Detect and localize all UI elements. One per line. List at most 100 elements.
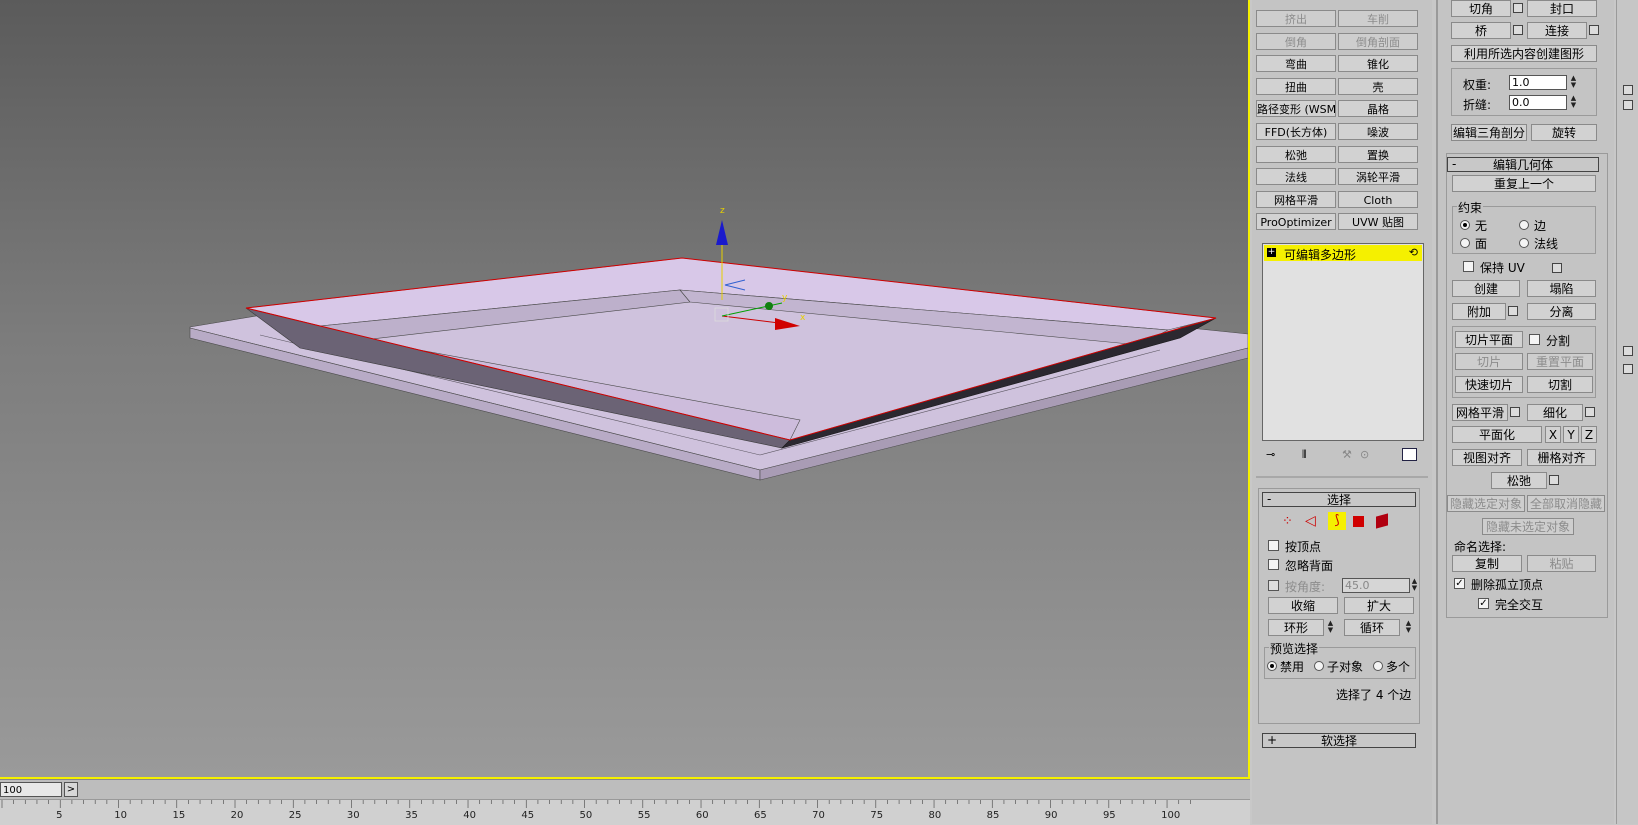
planar-x-button[interactable]: X bbox=[1545, 426, 1561, 443]
hide-unselected-button[interactable]: 隐藏未选定对象 bbox=[1482, 518, 1574, 535]
modifier-button[interactable]: 晶格 bbox=[1338, 100, 1418, 118]
loop-button[interactable]: 循环 bbox=[1344, 619, 1400, 636]
element-mode-icon[interactable] bbox=[1376, 513, 1388, 529]
attach-settings-icon[interactable] bbox=[1508, 306, 1518, 316]
modifier-button[interactable]: 松弛 bbox=[1256, 145, 1336, 163]
edge-strip-box-2[interactable] bbox=[1623, 100, 1633, 110]
time-slider-frame[interactable]: 100 bbox=[0, 782, 62, 797]
edit-triangulation-button[interactable]: 编辑三角剖分 bbox=[1451, 124, 1527, 141]
modifier-button[interactable]: 车削 bbox=[1338, 10, 1418, 27]
tessellate-button[interactable]: 细化 bbox=[1527, 404, 1583, 421]
modifier-button[interactable]: ProOptimizer bbox=[1256, 213, 1336, 231]
stack-expand-icon[interactable]: + bbox=[1267, 248, 1276, 257]
preserve-uv-checkbox[interactable] bbox=[1463, 261, 1474, 272]
weight-spinner[interactable]: ▲ ▼ bbox=[1569, 75, 1578, 90]
edit-geometry-header[interactable]: - 编辑几何体 bbox=[1447, 157, 1599, 172]
modifier-button[interactable]: UVW 贴图 bbox=[1338, 213, 1418, 231]
track-ruler[interactable]: 5 10 15 20 25 30 35 40 45 50 55 60 65 70 75 80 85 90 95 100 bbox=[0, 799, 1250, 825]
polygon-mode-icon[interactable] bbox=[1353, 516, 1364, 527]
modifier-button[interactable]: 扭曲 bbox=[1256, 77, 1336, 95]
modifier-button[interactable]: 锥化 bbox=[1338, 55, 1418, 73]
preview-multi-radio[interactable] bbox=[1373, 661, 1383, 671]
preview-subobject-radio[interactable] bbox=[1314, 661, 1324, 671]
constraint-edge-radio[interactable] bbox=[1519, 220, 1529, 230]
configure-sets-icon[interactable] bbox=[1402, 448, 1417, 461]
preview-disabled-radio[interactable] bbox=[1267, 661, 1277, 671]
modifier-button[interactable]: 置换 bbox=[1338, 145, 1418, 163]
weight-input[interactable]: 1.0 bbox=[1509, 75, 1567, 90]
cut-button[interactable]: 切割 bbox=[1527, 376, 1593, 393]
remove-modifier-icon[interactable]: ⊙ bbox=[1360, 448, 1369, 461]
view-align-button[interactable]: 视图对齐 bbox=[1452, 449, 1522, 466]
soft-selection-header[interactable]: + 软选择 bbox=[1262, 733, 1416, 748]
crease-input[interactable]: 0.0 bbox=[1509, 95, 1567, 110]
turn-button[interactable]: 旋转 bbox=[1531, 124, 1597, 141]
modifier-button[interactable]: 倒角 bbox=[1256, 32, 1336, 50]
collapse-button[interactable]: 塌陷 bbox=[1527, 280, 1596, 297]
detach-button[interactable]: 分离 bbox=[1527, 303, 1596, 320]
by-angle-input[interactable]: 45.0 bbox=[1342, 578, 1410, 593]
by-angle-checkbox[interactable] bbox=[1268, 580, 1279, 591]
vertex-mode-icon[interactable]: ⁘ bbox=[1282, 514, 1293, 529]
modifier-button[interactable]: 路径变形 (WSM) bbox=[1256, 100, 1336, 118]
pin-stack-icon[interactable]: ⊸ bbox=[1266, 448, 1275, 461]
crease-spinner[interactable]: ▲ ▼ bbox=[1569, 95, 1578, 110]
modifier-button[interactable]: 倒角剖面 bbox=[1338, 32, 1418, 50]
modifier-stack-list[interactable]: + 可编辑多边形 ⟲ bbox=[1262, 243, 1424, 441]
reset-plane-button[interactable]: 重置平面 bbox=[1527, 353, 1593, 370]
delete-isolated-checkbox[interactable]: ✓ bbox=[1454, 578, 1465, 589]
meshsmooth-button[interactable]: 网格平滑 bbox=[1452, 404, 1508, 421]
paste-button[interactable]: 粘贴 bbox=[1527, 555, 1596, 572]
show-end-result-icon[interactable]: ⫴ bbox=[1302, 448, 1307, 462]
by-angle-spinner[interactable]: ▲ ▼ bbox=[1410, 578, 1419, 593]
modifier-button[interactable]: 网格平滑 bbox=[1256, 190, 1336, 208]
planar-z-button[interactable]: Z bbox=[1581, 426, 1597, 443]
bridge-button[interactable]: 桥 bbox=[1451, 22, 1511, 39]
edge-mode-icon[interactable]: ◁ bbox=[1305, 512, 1323, 530]
loop-spinner[interactable]: ▲ ▼ bbox=[1404, 620, 1413, 635]
ring-button[interactable]: 环形 bbox=[1268, 619, 1324, 636]
preserve-uv-settings-icon[interactable] bbox=[1552, 263, 1562, 273]
modifier-button[interactable]: 弯曲 bbox=[1256, 55, 1336, 73]
slice-plane-button[interactable]: 切片平面 bbox=[1455, 331, 1523, 348]
unhide-all-button[interactable]: 全部取消隐藏 bbox=[1527, 495, 1605, 512]
modifier-button[interactable]: 噪波 bbox=[1338, 123, 1418, 140]
copy-button[interactable]: 复制 bbox=[1452, 555, 1522, 572]
create-button[interactable]: 创建 bbox=[1452, 280, 1520, 297]
constraint-face-radio[interactable] bbox=[1460, 238, 1470, 248]
grow-button[interactable]: 扩大 bbox=[1344, 597, 1414, 614]
planar-y-button[interactable]: Y bbox=[1563, 426, 1579, 443]
constraint-none-radio[interactable] bbox=[1460, 220, 1470, 230]
modifier-button[interactable]: FFD(长方体) bbox=[1256, 123, 1336, 140]
shrink-button[interactable]: 收缩 bbox=[1268, 597, 1338, 614]
stack-item-editable-poly[interactable]: + 可编辑多边形 ⟲ bbox=[1264, 245, 1422, 262]
next-frame-button[interactable]: > bbox=[64, 782, 78, 797]
chamfer-settings-icon[interactable] bbox=[1513, 3, 1523, 13]
cap-button[interactable]: 封口 bbox=[1527, 0, 1597, 17]
bridge-settings-icon[interactable] bbox=[1513, 25, 1523, 35]
ring-spinner[interactable]: ▲ ▼ bbox=[1326, 620, 1335, 635]
modifier-button[interactable]: 涡轮平滑 bbox=[1338, 168, 1418, 186]
chamfer-button[interactable]: 切角 bbox=[1451, 0, 1511, 17]
connect-settings-icon[interactable] bbox=[1589, 25, 1599, 35]
quickslice-button[interactable]: 快速切片 bbox=[1455, 376, 1523, 393]
hide-selected-button[interactable]: 隐藏选定对象 bbox=[1447, 495, 1525, 512]
relax-settings-icon[interactable] bbox=[1549, 475, 1559, 485]
timeline-bar[interactable]: 100 > bbox=[0, 779, 1250, 800]
modifier-button[interactable]: Cloth bbox=[1338, 190, 1418, 208]
connect-button[interactable]: 连接 bbox=[1527, 22, 1587, 39]
attach-button[interactable]: 附加 bbox=[1452, 303, 1506, 320]
grid-align-button[interactable]: 栅格对齐 bbox=[1527, 449, 1596, 466]
make-planar-button[interactable]: 平面化 bbox=[1452, 426, 1542, 443]
tessellate-settings-icon[interactable] bbox=[1585, 407, 1595, 417]
relax-button[interactable]: 松弛 bbox=[1491, 472, 1547, 489]
modifier-button[interactable]: 壳 bbox=[1338, 77, 1418, 95]
repeat-last-button[interactable]: 重复上一个 bbox=[1452, 175, 1596, 192]
edge-strip-box-1[interactable] bbox=[1623, 85, 1633, 95]
meshsmooth-settings-icon[interactable] bbox=[1510, 407, 1520, 417]
full-interactivity-checkbox[interactable]: ✓ bbox=[1478, 598, 1489, 609]
constraint-normal-radio[interactable] bbox=[1519, 238, 1529, 248]
border-mode-icon[interactable]: ⟆ bbox=[1328, 512, 1346, 530]
modifier-button[interactable]: 法线 bbox=[1256, 168, 1336, 186]
create-shape-button[interactable]: 利用所选内容创建图形 bbox=[1451, 45, 1597, 62]
